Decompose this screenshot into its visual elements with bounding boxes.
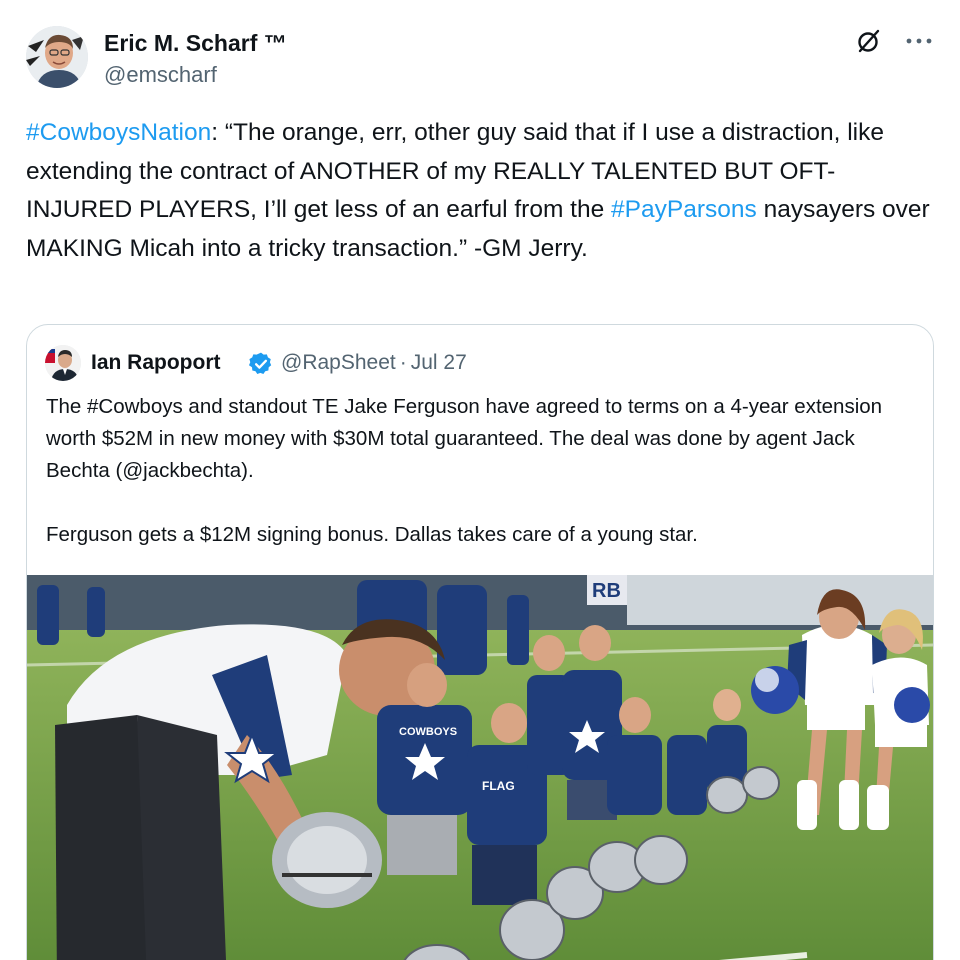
svg-text:RB: RB — [592, 580, 621, 602]
verified-badge-icon — [248, 351, 274, 377]
quote-separator: · — [399, 351, 407, 374]
quoted-tweet-card[interactable]: Ian Rapoport @RapSheet · Jul 27 The #Cowbo… — [26, 324, 934, 960]
hashtag-cowboysnation[interactable]: #CowboysNation — [26, 119, 211, 146]
quote-avatar-icon — [45, 345, 81, 381]
tweet-actions — [854, 26, 934, 56]
quote-photo[interactable]: RB COWBOYS FLAG — [27, 575, 933, 960]
quote-date[interactable]: Jul 27 — [411, 351, 467, 374]
quote-author-avatar[interactable] — [45, 345, 81, 381]
tweet: Eric M. Scharf ™ @emscharf #CowboysNatio… — [0, 0, 960, 960]
tweet-text: #CowboysNation: “The orange, err, other … — [26, 114, 936, 268]
quote-handle[interactable]: @RapSheet — [281, 351, 396, 374]
svg-text:FLAG: FLAG — [482, 779, 515, 793]
training-camp-photo: RB COWBOYS FLAG — [27, 575, 933, 960]
quote-text: The #Cowboys and standout TE Jake Fergus… — [46, 391, 906, 583]
author-avatar[interactable] — [26, 26, 88, 88]
svg-text:COWBOYS: COWBOYS — [399, 726, 457, 738]
quote-paragraph-2: Ferguson gets a $12M signing bonus. Dall… — [46, 523, 698, 546]
hashtag-payparsons[interactable]: #PayParsons — [611, 196, 757, 223]
more-horizontal-icon[interactable] — [904, 26, 934, 56]
author-display-name[interactable]: Eric M. Scharf ™ — [104, 30, 287, 57]
slash-circle-icon[interactable] — [854, 26, 884, 56]
quote-display-name[interactable]: Ian Rapoport — [91, 351, 221, 375]
user-avatar-icon — [26, 26, 88, 88]
quote-paragraph-1: The #Cowboys and standout TE Jake Fergus… — [46, 395, 883, 482]
quote-meta: @RapSheet · Jul 27 — [281, 351, 467, 375]
author-handle[interactable]: @emscharf — [104, 62, 217, 88]
